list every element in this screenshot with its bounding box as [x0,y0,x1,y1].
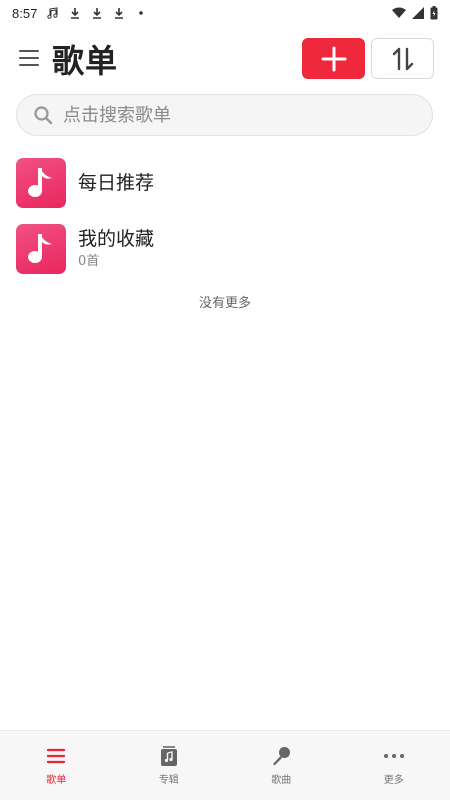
nav-item-albums[interactable]: 专辑 [113,731,226,800]
microphone-icon [270,745,292,767]
playlist-item-text: 我的收藏 0首 [78,227,154,271]
download-icon [93,8,102,19]
album-icon [158,745,180,767]
plus-icon [321,46,346,71]
search-input[interactable] [63,104,403,126]
playlist-list: 每日推荐 我的收藏 0首 [0,150,450,282]
nav-label: 专辑 [158,775,179,786]
more-icon [383,745,405,767]
menu-button[interactable] [18,47,40,69]
download-icon [71,8,80,19]
menu-icon-bar [19,57,39,59]
music-note-icon [28,168,52,197]
playlist-item-text: 每日推荐 [78,171,154,195]
status-left: 8:57 [12,6,147,21]
status-right [392,6,438,20]
dot-icon [139,11,144,15]
playlist-cover [16,224,66,274]
header: 歌单 [0,34,450,82]
playlist-title: 每日推荐 [78,172,155,194]
nav-item-playlists[interactable]: 歌单 [0,731,113,800]
sort-button[interactable] [371,38,434,79]
nav-item-songs[interactable]: 歌曲 [225,731,338,800]
battery-icon [430,6,438,20]
bottom-nav: 歌单 专辑 歌曲 更多 [0,730,450,800]
playlist-title: 我的收藏 [78,228,155,250]
page-title: 歌单 [52,42,119,80]
nav-item-more[interactable]: 更多 [338,731,450,800]
status-bar: 8:57 [0,0,450,26]
menu-icon-bar [19,64,39,66]
list-icon [45,745,67,767]
download-icon [115,8,124,19]
playlist-cover [16,158,66,208]
search-icon [34,106,53,125]
add-playlist-button[interactable] [302,38,365,79]
status-notification-icons [47,7,147,19]
wifi-icon [392,7,406,18]
nav-label: 歌单 [46,775,67,786]
playlist-item-favorites[interactable]: 我的收藏 0首 [0,216,450,282]
music-note-icon [28,234,52,263]
status-time: 8:57 [12,5,38,21]
nav-label: 歌曲 [271,775,292,786]
nav-label: 更多 [383,775,404,786]
list-end-text: 没有更多 [198,296,251,311]
signal-icon [412,7,424,19]
sort-icon [392,47,413,70]
playlist-song-count: 0首 [78,254,100,269]
music-note-icon [47,7,58,19]
playlist-item-daily[interactable]: 每日推荐 [0,150,450,216]
menu-icon-bar [19,50,39,52]
search-bar[interactable] [16,94,433,136]
